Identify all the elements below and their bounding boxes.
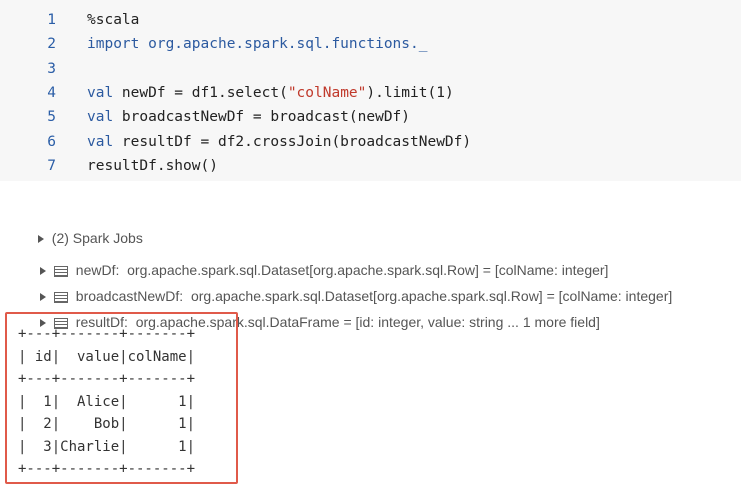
code-text: import org.apache.spark.sql.functions._ xyxy=(87,32,427,56)
line-number: 5 xyxy=(47,109,56,126)
variable-row-broadcastnewdf[interactable]: broadcastNewDf: org.apache.spark.sql.Dat… xyxy=(32,263,672,304)
variable-row-newdf[interactable]: newDf: org.apache.spark.sql.Dataset[org.… xyxy=(32,237,608,278)
code-line[interactable]: 2 import org.apache.spark.sql.functions._ xyxy=(0,32,741,56)
code-cell[interactable]: 1 %scala 2 import org.apache.spark.sql.func… xyxy=(0,0,741,181)
variable-row-resultdf[interactable]: resultDf: org.apache.spark.sql.DataFrame… xyxy=(32,289,600,330)
code-line[interactable]: 7 resultDf.show() xyxy=(0,154,741,178)
line-number: 4 xyxy=(47,84,56,101)
code-token: newDf = df1.select( xyxy=(113,84,288,101)
line-number: 2 xyxy=(47,36,56,53)
code-token: ).limit(1) xyxy=(366,84,454,101)
code-line[interactable]: 6 val resultDf = df2.crossJoin(broadcastN… xyxy=(0,130,741,154)
code-line[interactable]: 3 xyxy=(0,57,741,81)
code-token: val xyxy=(87,109,114,126)
line-number: 3 xyxy=(47,60,56,77)
result-table-output: +---+-------+-------+ | id| value|colNam… xyxy=(18,326,196,477)
spark-jobs-toggle[interactable]: (2) Spark Jobs xyxy=(30,205,143,246)
code-line[interactable]: 1 %scala xyxy=(0,8,741,32)
code-token: org.apache.spark.sql.functions._ xyxy=(139,36,428,53)
code-token: %scala xyxy=(87,12,140,28)
code-token: val xyxy=(87,84,114,101)
code-token: resultDf = df2.crossJoin(broadcastNewDf) xyxy=(113,133,472,150)
code-text: val newDf = df1.select("colName").limit(… xyxy=(87,81,454,105)
code-line[interactable]: 5 val broadcastNewDf = broadcast(newDf) xyxy=(0,105,741,129)
code-text: val broadcastNewDf = broadcast(newDf) xyxy=(87,105,410,129)
code-token: broadcastNewDf = broadcast(newDf) xyxy=(113,109,411,126)
code-line[interactable]: 4 val newDf = df1.select("colName").limit… xyxy=(0,81,741,105)
line-number: 7 xyxy=(47,157,56,174)
code-token: "colName" xyxy=(287,84,367,101)
code-token: val xyxy=(87,133,114,150)
code-token: resultDf.show() xyxy=(87,157,218,174)
code-text: %scala xyxy=(87,8,139,32)
line-number: 1 xyxy=(47,12,56,28)
line-number: 6 xyxy=(47,133,56,150)
code-token: import xyxy=(87,36,140,53)
code-text: resultDf.show() xyxy=(87,154,218,178)
code-text: val resultDf = df2.crossJoin(broadcastNe… xyxy=(87,130,471,154)
